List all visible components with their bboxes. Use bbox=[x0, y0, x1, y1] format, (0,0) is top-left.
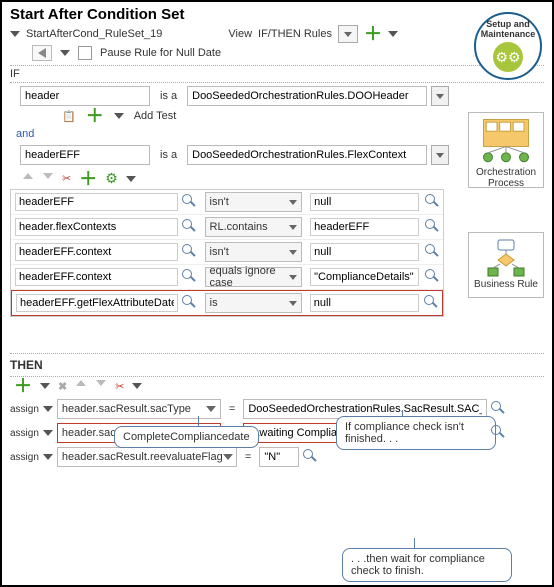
add-test-plus[interactable]: ＋ bbox=[86, 109, 104, 123]
add-condition-button[interactable]: ＋ bbox=[79, 172, 97, 186]
equals-2: = bbox=[241, 451, 255, 463]
type-dropdown-2[interactable] bbox=[431, 145, 449, 165]
search-icon[interactable] bbox=[491, 425, 507, 441]
gear-icon[interactable]: ⚙ bbox=[105, 170, 118, 187]
setup-maintenance-badge[interactable]: Setup and Maintenance ⚙⚙ bbox=[474, 12, 542, 80]
add-test-menu[interactable] bbox=[114, 113, 124, 119]
search-icon[interactable] bbox=[182, 269, 196, 285]
search-icon[interactable] bbox=[425, 219, 441, 235]
view-value: IF/THEN Rules bbox=[258, 28, 332, 40]
cond-op-0[interactable]: isn't bbox=[205, 192, 303, 212]
then-add-button[interactable]: ＋ bbox=[14, 379, 32, 393]
condition-table: isn't RL.contains isn't bbox=[10, 189, 444, 317]
if-var-2[interactable] bbox=[20, 145, 150, 165]
business-rule-panel[interactable]: Business Rule bbox=[468, 232, 544, 298]
add-rule-button[interactable]: ＋ bbox=[364, 27, 382, 41]
rule-expand-toggle[interactable] bbox=[60, 50, 70, 56]
search-icon[interactable] bbox=[182, 244, 196, 260]
search-icon[interactable] bbox=[182, 194, 196, 210]
cond-row-4: is bbox=[11, 290, 443, 316]
assign-action-dd-1[interactable] bbox=[43, 430, 53, 436]
gear-icon: ⚙⚙ bbox=[495, 50, 520, 64]
assign-action-0: assign bbox=[10, 404, 39, 415]
gear-circle: ⚙⚙ bbox=[493, 42, 523, 72]
cond-rhs-0[interactable] bbox=[310, 193, 419, 211]
page-title: Start After Condition Set bbox=[2, 2, 552, 23]
then-cut-icon[interactable]: ✂ bbox=[115, 380, 124, 393]
orchestration-process-label: Orchestration Process bbox=[469, 167, 543, 189]
if-var-1[interactable] bbox=[20, 86, 150, 106]
view-label: View bbox=[228, 28, 252, 40]
cond-row-3: equals ignore case bbox=[11, 265, 443, 290]
callout-2: If compliance check isn't finished. . . bbox=[336, 416, 496, 450]
cond-rhs-4[interactable] bbox=[310, 294, 419, 312]
assign-var-0[interactable]: header.sacResult.sacType bbox=[57, 399, 221, 419]
callout-1: CompleteCompliancedate bbox=[114, 426, 259, 448]
type-dropdown-1[interactable] bbox=[431, 86, 449, 106]
search-icon[interactable] bbox=[182, 295, 196, 311]
move-down-icon[interactable] bbox=[42, 173, 54, 185]
expand-ruleset-toggle[interactable] bbox=[10, 31, 20, 37]
ruleset-name: StartAfterCond_RuleSet_19 bbox=[26, 28, 162, 40]
cond-op-1[interactable]: RL.contains bbox=[205, 217, 303, 237]
cond-lhs-1[interactable] bbox=[15, 218, 178, 236]
view-dropdown[interactable] bbox=[338, 25, 358, 43]
cut-icon[interactable]: ✂ bbox=[62, 172, 71, 185]
cond-lhs-4[interactable] bbox=[16, 294, 178, 312]
badge-title: Setup and Maintenance bbox=[476, 20, 540, 40]
clipboard-icon[interactable]: 📋 bbox=[62, 110, 76, 123]
then-delete-icon[interactable]: ✖ bbox=[58, 380, 67, 393]
search-icon[interactable] bbox=[425, 244, 441, 260]
cond-lhs-0[interactable] bbox=[15, 193, 178, 211]
then-section-label: THEN bbox=[2, 356, 552, 374]
search-icon[interactable] bbox=[303, 449, 319, 465]
add-rule-menu[interactable] bbox=[388, 31, 398, 37]
move-up-icon[interactable] bbox=[22, 173, 34, 185]
then-move-down-icon[interactable] bbox=[95, 380, 107, 392]
pause-checkbox[interactable] bbox=[78, 46, 92, 60]
collapse-button[interactable] bbox=[32, 45, 52, 61]
then-more-menu[interactable] bbox=[132, 383, 142, 389]
business-rule-icon bbox=[469, 237, 543, 279]
cond-rhs-3[interactable] bbox=[310, 268, 419, 286]
pause-label: Pause Rule for Null Date bbox=[100, 47, 221, 59]
cond-lhs-2[interactable] bbox=[15, 243, 178, 261]
if-section-label: IF bbox=[2, 68, 552, 80]
cond-row-0: isn't bbox=[11, 190, 443, 215]
if-type-2[interactable] bbox=[187, 145, 427, 165]
orchestration-process-panel[interactable]: Orchestration Process bbox=[468, 112, 544, 188]
add-test-label: Add Test bbox=[134, 110, 177, 122]
cond-row-2: isn't bbox=[11, 240, 443, 265]
cond-op-2[interactable]: isn't bbox=[205, 242, 303, 262]
cond-row-1: RL.contains bbox=[11, 215, 443, 240]
assign-action-1: assign bbox=[10, 428, 39, 439]
assign-var-2[interactable]: header.sacResult.reevaluateFlag bbox=[57, 447, 237, 467]
orchestration-process-icon bbox=[469, 117, 543, 167]
then-move-up-icon[interactable] bbox=[75, 380, 87, 392]
cond-lhs-3[interactable] bbox=[15, 268, 178, 286]
equals-0: = bbox=[225, 403, 239, 415]
business-rule-label: Business Rule bbox=[469, 279, 543, 290]
isa-label-1: is a bbox=[154, 90, 183, 102]
then-add-menu[interactable] bbox=[40, 383, 50, 389]
search-icon[interactable] bbox=[491, 401, 507, 417]
if-type-1[interactable] bbox=[187, 86, 427, 106]
search-icon[interactable] bbox=[425, 194, 441, 210]
assign-action-dd-0[interactable] bbox=[43, 406, 53, 412]
cond-op-4[interactable]: is bbox=[205, 293, 302, 313]
search-icon[interactable] bbox=[182, 219, 196, 235]
assign-val-2[interactable] bbox=[259, 447, 299, 467]
isa-label-2: is a bbox=[154, 149, 183, 161]
callout-3: . . .then wait for compliance check to f… bbox=[342, 548, 512, 582]
assign-action-dd-2[interactable] bbox=[43, 454, 53, 460]
gear-menu[interactable] bbox=[126, 176, 136, 182]
cond-op-3[interactable]: equals ignore case bbox=[205, 267, 303, 287]
search-icon[interactable] bbox=[425, 269, 441, 285]
cond-rhs-1[interactable] bbox=[310, 218, 419, 236]
assign-action-2: assign bbox=[10, 452, 39, 463]
cond-rhs-2[interactable] bbox=[310, 243, 419, 261]
search-icon[interactable] bbox=[424, 295, 440, 311]
